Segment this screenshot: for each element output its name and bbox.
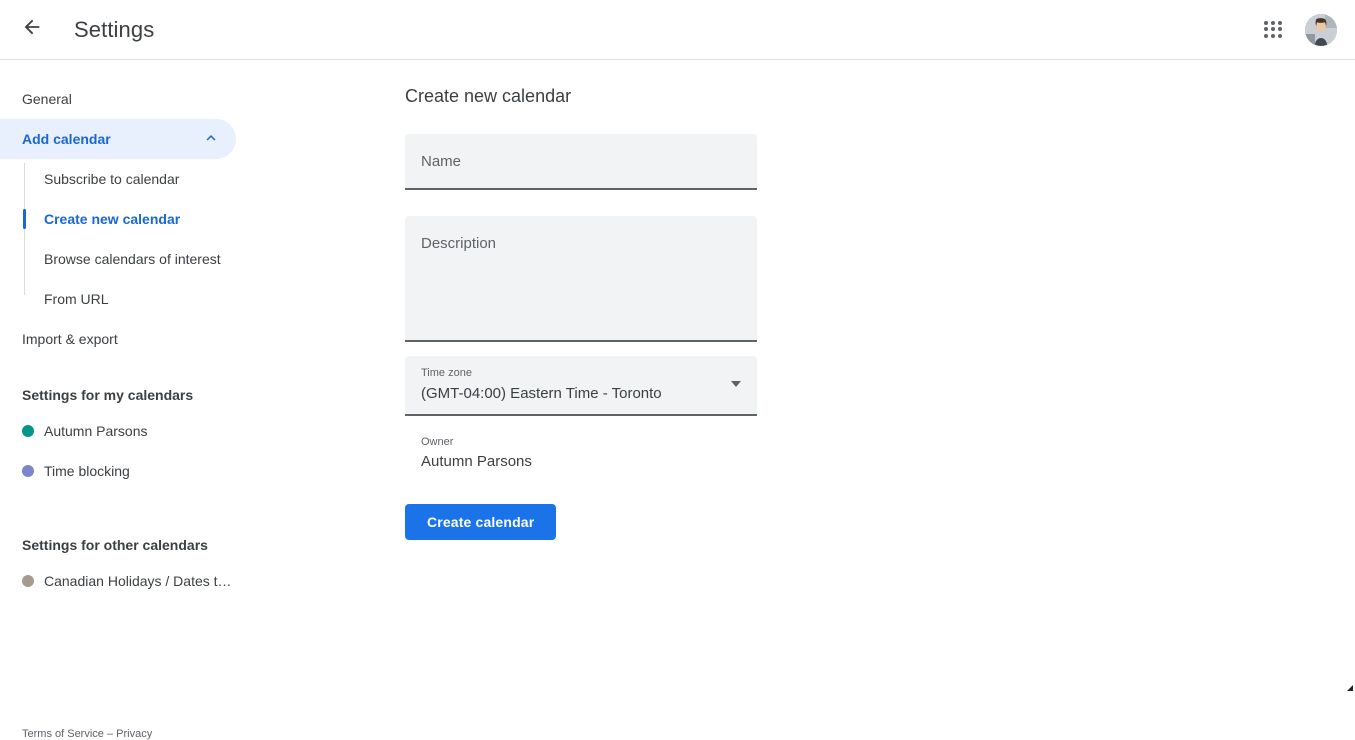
calendar-label: Canadian Holidays / Dates t… bbox=[44, 573, 232, 589]
sidebar-calendar-canadian-holidays[interactable]: Canadian Holidays / Dates t… bbox=[0, 561, 236, 601]
header-actions bbox=[1253, 10, 1337, 50]
sidebar-item-browse-calendars-of-interest[interactable]: Browse calendars of interest bbox=[0, 239, 236, 279]
user-avatar-image bbox=[1305, 14, 1337, 46]
create-calendar-button[interactable]: Create calendar bbox=[405, 504, 556, 540]
calendar-color-dot bbox=[22, 425, 34, 437]
terms-of-service-link[interactable]: Terms of Service bbox=[22, 728, 104, 740]
back-button[interactable] bbox=[12, 10, 52, 50]
sidebar-subitem-label: From URL bbox=[44, 291, 109, 307]
footer-separator: – bbox=[104, 728, 116, 740]
sidebar-item-import-export[interactable]: Import & export bbox=[0, 319, 236, 359]
add-calendar-submenu: Subscribe to calendar Create new calenda… bbox=[0, 159, 405, 319]
owner-field: Owner Autumn Parsons bbox=[405, 426, 757, 482]
description-field-placeholder: Description bbox=[421, 235, 496, 252]
sidebar-calendar-autumn-parsons[interactable]: Autumn Parsons bbox=[0, 411, 236, 451]
footer-links: Terms of Service – Privacy bbox=[22, 728, 152, 740]
app-header: Settings bbox=[0, 0, 1355, 60]
sidebar-item-subscribe-to-calendar[interactable]: Subscribe to calendar bbox=[0, 159, 236, 199]
owner-label: Owner bbox=[421, 436, 453, 448]
google-apps-grid-icon bbox=[1264, 21, 1282, 39]
sidebar-item-general[interactable]: General bbox=[0, 79, 236, 119]
settings-sidebar: General Add calendar Subscribe to calend… bbox=[0, 61, 405, 689]
back-arrow-icon bbox=[21, 16, 43, 43]
dropdown-caret-icon bbox=[731, 381, 741, 387]
timezone-value: (GMT-04:00) Eastern Time - Toronto bbox=[421, 385, 662, 402]
privacy-link[interactable]: Privacy bbox=[116, 728, 152, 740]
google-apps-button[interactable] bbox=[1253, 10, 1293, 50]
main-content: Create new calendar Name Description Tim… bbox=[405, 61, 1355, 689]
sidebar-subitem-label: Create new calendar bbox=[44, 211, 180, 227]
sidebar-subitem-label: Browse calendars of interest bbox=[44, 251, 221, 267]
chevron-up-icon bbox=[202, 129, 220, 150]
sidebar-item-label: General bbox=[22, 91, 72, 107]
owner-value: Autumn Parsons bbox=[421, 453, 532, 470]
sidebar-item-from-url[interactable]: From URL bbox=[0, 279, 236, 319]
timezone-label: Time zone bbox=[421, 367, 472, 379]
sidebar-calendar-time-blocking[interactable]: Time blocking bbox=[0, 451, 236, 491]
sidebar-subitem-label: Subscribe to calendar bbox=[44, 171, 179, 187]
resize-grip-icon[interactable] bbox=[1345, 679, 1354, 688]
avatar[interactable] bbox=[1305, 14, 1337, 46]
sidebar-item-add-calendar[interactable]: Add calendar bbox=[0, 119, 236, 159]
sidebar-item-label: Import & export bbox=[22, 331, 118, 347]
name-field[interactable]: Name bbox=[405, 134, 757, 190]
description-field[interactable]: Description bbox=[405, 216, 757, 342]
calendar-color-dot bbox=[22, 575, 34, 587]
page-title: Settings bbox=[74, 17, 154, 43]
content-title: Create new calendar bbox=[405, 86, 1355, 107]
calendar-label: Time blocking bbox=[44, 463, 130, 479]
calendar-label: Autumn Parsons bbox=[44, 423, 148, 439]
name-field-placeholder: Name bbox=[421, 153, 461, 170]
timezone-select[interactable]: Time zone (GMT-04:00) Eastern Time - Tor… bbox=[405, 356, 757, 416]
other-calendars-heading: Settings for other calendars bbox=[0, 535, 405, 555]
sidebar-item-create-new-calendar[interactable]: Create new calendar bbox=[0, 199, 236, 239]
sidebar-item-label: Add calendar bbox=[22, 131, 111, 147]
calendar-color-dot bbox=[22, 465, 34, 477]
my-calendars-heading: Settings for my calendars bbox=[0, 385, 405, 405]
